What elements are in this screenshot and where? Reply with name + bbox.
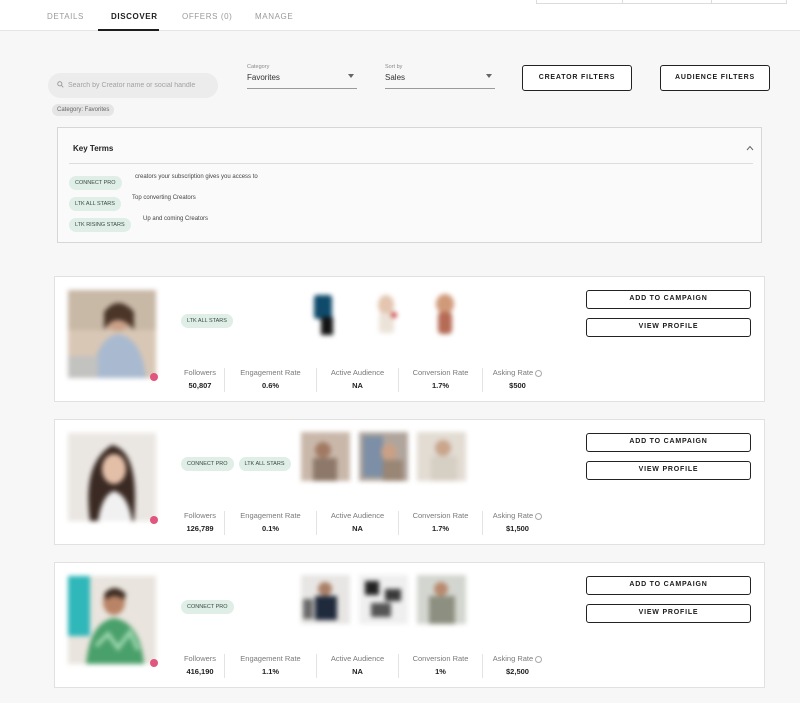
audience-filters-button[interactable]: AUDIENCE FILTERS xyxy=(660,65,770,91)
product-thumbnails xyxy=(301,575,466,624)
heart-icon[interactable] xyxy=(150,373,158,381)
product-thumbnail[interactable] xyxy=(301,432,350,481)
view-profile-button[interactable]: VIEW PROFILE xyxy=(586,461,751,480)
info-icon[interactable] xyxy=(535,512,543,520)
add-to-campaign-button[interactable]: ADD TO CAMPAIGN xyxy=(586,433,751,452)
stat-asking-rate: Asking Rate $2,500 xyxy=(482,654,552,678)
stat-conversion: Conversion Rate 1% xyxy=(398,654,482,678)
stat-active-audience: Active Audience NA xyxy=(316,654,398,678)
creator-avatar[interactable] xyxy=(68,576,156,664)
term-description: creators your subscription gives you acc… xyxy=(135,174,258,180)
active-tab-indicator xyxy=(98,29,159,31)
stat-asking-rate: Asking Rate $500 xyxy=(482,368,552,392)
creator-filters-button[interactable]: CREATOR FILTERS xyxy=(522,65,632,91)
stat-engagement: Engagement Rate 0.6% xyxy=(224,368,316,392)
creator-badges: LTK ALL STARS xyxy=(181,314,233,328)
creator-badge: CONNECT PRO xyxy=(181,457,234,471)
creator-card: LTK ALL STARS ADD TO CAMPAIGN VIEW PROFI… xyxy=(54,276,765,402)
term-description: Top converting Creators xyxy=(132,195,196,201)
sort-select[interactable]: Sort by Sales xyxy=(385,64,495,89)
product-thumbnail[interactable] xyxy=(362,289,411,338)
creator-badge: CONNECT PRO xyxy=(181,600,234,614)
sort-select-label: Sort by xyxy=(385,64,403,70)
creator-stats: Followers 50,807 Engagement Rate 0.6% Acti… xyxy=(176,368,552,392)
caret-down-icon xyxy=(348,74,354,78)
product-thumbnail[interactable] xyxy=(417,432,466,481)
active-filter-chip[interactable]: Category: Favorites xyxy=(52,104,115,116)
category-select[interactable]: Category Favorites xyxy=(247,64,357,89)
creator-stats: Followers 416,190 Engagement Rate 1.1% Act… xyxy=(176,654,552,678)
product-thumbnail[interactable] xyxy=(420,289,469,338)
creator-badges: CONNECT PRO LTK ALL STARS xyxy=(181,457,291,471)
stat-active-audience: Active Audience NA xyxy=(316,511,398,535)
key-terms-title: Key Terms xyxy=(73,144,114,153)
tab-discover[interactable]: DISCOVER xyxy=(111,12,158,21)
stat-followers: Followers 126,789 xyxy=(183,511,217,533)
product-thumbnail[interactable] xyxy=(417,575,466,624)
view-profile-button[interactable]: VIEW PROFILE xyxy=(586,604,751,623)
product-thumbnail[interactable] xyxy=(301,575,350,624)
stat-followers: Followers 50,807 xyxy=(183,368,217,390)
tab-offers[interactable]: OFFERS (0) xyxy=(182,12,232,21)
key-term-row: LTK RISING STARS Up and coming Creators xyxy=(69,213,208,232)
stat-active-audience: Active Audience NA xyxy=(316,368,398,392)
creator-avatar[interactable] xyxy=(68,290,156,378)
creator-avatar[interactable] xyxy=(68,433,156,521)
product-thumbnail[interactable] xyxy=(359,575,408,624)
key-term-row: CONNECT PRO creators your subscription g… xyxy=(69,171,258,190)
search-input[interactable] xyxy=(68,77,213,94)
stat-conversion: Conversion Rate 1.7% xyxy=(398,511,482,535)
header-control-1[interactable] xyxy=(536,0,623,4)
sort-select-value: Sales xyxy=(385,73,406,82)
product-thumbnails xyxy=(301,432,466,481)
product-thumbnails xyxy=(304,289,469,338)
view-profile-button[interactable]: VIEW PROFILE xyxy=(586,318,751,337)
stat-followers: Followers 416,190 xyxy=(183,654,217,676)
tab-manage[interactable]: MANAGE xyxy=(255,12,293,21)
creator-badge: LTK ALL STARS xyxy=(181,314,233,328)
header-control-3[interactable] xyxy=(711,0,787,4)
key-term-row: LTK ALL STARS Top converting Creators xyxy=(69,192,196,211)
key-terms-panel: Key Terms CONNECT PRO creators your subs… xyxy=(57,127,762,243)
add-to-campaign-button[interactable]: ADD TO CAMPAIGN xyxy=(586,290,751,309)
divider xyxy=(69,163,753,164)
chevron-up-icon[interactable] xyxy=(746,145,754,151)
search-bar xyxy=(48,73,218,98)
term-description: Up and coming Creators xyxy=(143,216,209,222)
creator-badge: LTK ALL STARS xyxy=(238,457,291,471)
creator-badges: CONNECT PRO xyxy=(181,600,234,614)
creator-card: CONNECT PRO LTK ALL STARS ADD TO CAMPAIG… xyxy=(54,419,765,545)
product-thumbnail[interactable] xyxy=(359,432,408,481)
stat-engagement: Engagement Rate 0.1% xyxy=(224,511,316,535)
category-select-label: Category xyxy=(247,64,270,70)
stat-engagement: Engagement Rate 1.1% xyxy=(224,654,316,678)
stat-conversion: Conversion Rate 1.7% xyxy=(398,368,482,392)
creator-card: CONNECT PRO ADD TO CAMPAIGN VIEW PROFILE… xyxy=(54,562,765,688)
info-icon[interactable] xyxy=(535,369,543,377)
category-select-value: Favorites xyxy=(247,73,280,82)
tab-bar: DETAILS DISCOVER OFFERS (0) MANAGE xyxy=(0,0,800,31)
term-badge: LTK RISING STARS xyxy=(69,218,131,232)
term-badge: CONNECT PRO xyxy=(69,176,122,190)
term-badge: LTK ALL STARS xyxy=(69,197,121,211)
add-to-campaign-button[interactable]: ADD TO CAMPAIGN xyxy=(586,576,751,595)
info-icon[interactable] xyxy=(535,655,543,663)
tab-details[interactable]: DETAILS xyxy=(47,12,84,21)
header-control-2[interactable] xyxy=(622,0,712,4)
product-thumbnail[interactable] xyxy=(304,289,353,338)
caret-down-icon xyxy=(486,74,492,78)
stat-asking-rate: Asking Rate $1,500 xyxy=(482,511,552,535)
creator-stats: Followers 126,789 Engagement Rate 0.1% Act… xyxy=(176,511,552,535)
heart-icon[interactable] xyxy=(150,516,158,524)
heart-icon[interactable] xyxy=(150,659,158,667)
search-icon xyxy=(57,81,64,88)
